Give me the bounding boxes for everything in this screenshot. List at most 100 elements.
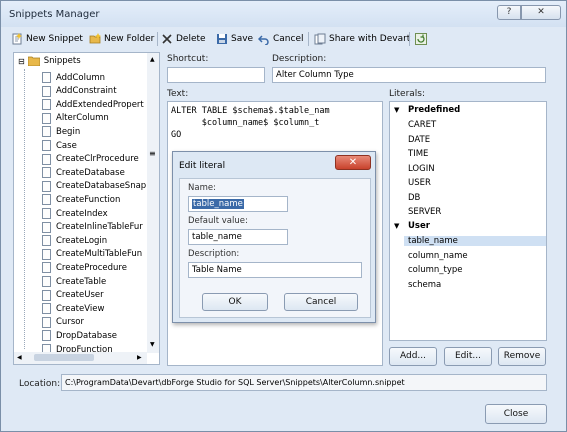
tree-item[interactable]: CreateMultiTableFun [42, 248, 142, 261]
tree-item[interactable]: CreateDatabaseSnap [42, 180, 146, 193]
tree-item[interactable]: CreateLogin [42, 234, 107, 247]
new-snippet-button[interactable]: New Snippet [11, 31, 83, 47]
snippets-tree[interactable]: ⊟ Snippets AddColumn AddConstraint AddExte… [13, 52, 160, 365]
tree-vertical-scrollbar[interactable]: ▲ ≡ ▼ [147, 53, 159, 353]
literal-item[interactable]: SERVER [408, 207, 441, 217]
tree-item[interactable]: CreateClrProcedure [42, 153, 139, 166]
shortcut-input[interactable] [167, 67, 265, 83]
literal-group-predefined: Predefined [408, 105, 461, 115]
tree-item[interactable]: CreateInlineTableFur [42, 221, 143, 234]
dialog-ok-button[interactable]: OK [202, 293, 268, 311]
tree-item-label: Case [56, 140, 77, 151]
code-line: GO [171, 130, 182, 140]
tree-item[interactable]: CreateProcedure [42, 261, 127, 274]
tree-item-label: AddExtendedPropert [56, 99, 144, 110]
tree-item-label: Begin [56, 126, 81, 137]
tree-horizontal-scrollbar[interactable]: ◀ ▶ [14, 352, 147, 364]
scroll-grip-icon[interactable]: ≡ [149, 149, 156, 158]
literal-item[interactable]: column_name [408, 251, 468, 261]
name-label: Name: [188, 183, 216, 193]
tree-item[interactable]: Cursor [42, 316, 84, 329]
delete-button[interactable]: Delete [161, 31, 206, 47]
collapse-icon[interactable]: ▼ [394, 222, 399, 230]
literals-label: Literals: [389, 89, 426, 99]
snippet-file-icon [42, 153, 51, 165]
window-title: Snippets Manager [9, 9, 100, 20]
tree-item[interactable]: AddExtendedPropert [42, 98, 144, 111]
tree-item[interactable]: Case [42, 139, 77, 152]
title-bar: Snippets Manager ? ✕ [1, 1, 566, 27]
dialog-cancel-button[interactable]: Cancel [284, 293, 358, 311]
undo-icon [258, 35, 269, 45]
dialog-close-button[interactable]: ✕ [335, 155, 371, 170]
name-input[interactable]: table_name [188, 196, 288, 212]
literal-item[interactable]: LOGIN [408, 164, 435, 174]
snippet-file-icon [42, 262, 51, 274]
literal-item[interactable]: TIME [408, 149, 428, 159]
tree-item[interactable]: AlterColumn [42, 112, 109, 125]
tree-item-label: CreateIndex [56, 208, 108, 219]
literal-item[interactable]: table_name [404, 236, 546, 246]
tree-item-label: CreateDatabaseSnap [56, 181, 147, 192]
scroll-thumb[interactable] [34, 354, 94, 361]
tree-item[interactable]: AddConstraint [42, 85, 117, 98]
literal-item[interactable]: column_type [408, 265, 463, 275]
new-folder-button[interactable]: New Folder [89, 31, 154, 47]
literal-item[interactable]: DB [408, 193, 420, 203]
tree-item-label: CreateView [56, 303, 105, 314]
literal-item[interactable]: USER [408, 178, 431, 188]
literal-item[interactable]: schema [408, 280, 441, 290]
default-value-label: Default value: [188, 216, 248, 226]
save-label: Save [231, 34, 254, 44]
literal-item[interactable]: DATE [408, 135, 430, 145]
window-close-button[interactable]: ✕ [521, 5, 561, 20]
default-value-input[interactable]: table_name [188, 229, 288, 245]
tree-item[interactable]: CreateTable [42, 275, 106, 288]
code-line: ALTER TABLE $schema$.$table_nam [171, 106, 330, 116]
remove-literal-button[interactable]: Remove [498, 347, 546, 366]
scroll-up-icon[interactable]: ▲ [150, 56, 155, 63]
share-button[interactable]: Share with Devart [314, 31, 410, 47]
scroll-down-icon[interactable]: ▼ [150, 341, 155, 348]
tree-item-label: CreateDatabase [56, 167, 125, 178]
add-literal-button[interactable]: Add... [389, 347, 437, 366]
toolbar-separator [409, 32, 410, 46]
tree-item[interactable]: AddColumn [42, 71, 105, 84]
tree-item[interactable]: CreateDatabase [42, 166, 125, 179]
tree-item-label: CreateUser [56, 290, 104, 301]
snippet-file-icon [42, 99, 51, 111]
snippet-file-icon [42, 289, 51, 301]
share-icon [314, 33, 326, 45]
cancel-label: Cancel [273, 34, 304, 44]
cancel-button[interactable]: Cancel [258, 31, 304, 47]
delete-label: Delete [176, 34, 206, 44]
tree-root[interactable]: ⊟ Snippets [18, 56, 81, 66]
tree-item[interactable]: CreateFunction [42, 193, 120, 206]
refresh-button[interactable] [415, 31, 430, 47]
dialog-body: Name: table_name Default value: table_na… [179, 178, 371, 318]
edit-literal-button[interactable]: Edit... [444, 347, 492, 366]
snippet-file-icon [42, 248, 51, 260]
tree-item[interactable]: CreateView [42, 302, 104, 315]
dialog-description-input[interactable]: Table Name [188, 262, 362, 278]
scroll-right-icon[interactable]: ▶ [137, 354, 142, 361]
toolbar-separator [308, 32, 309, 46]
refresh-icon [415, 33, 427, 45]
tree-item-label: AddConstraint [56, 86, 117, 97]
help-button[interactable]: ? [497, 5, 521, 20]
scroll-left-icon[interactable]: ◀ [17, 354, 22, 361]
close-button[interactable]: Close [485, 404, 547, 424]
literals-list[interactable]: ▼ Predefined CARET DATE TIME LOGIN USER DB SER… [389, 101, 547, 341]
literal-group-user: User [408, 221, 430, 231]
snippet-file-icon [42, 208, 51, 219]
collapse-icon[interactable]: ▼ [394, 106, 399, 114]
collapse-icon[interactable]: ⊟ [18, 57, 25, 66]
literal-item[interactable]: CARET [408, 120, 436, 130]
tree-item[interactable]: Begin [42, 125, 80, 138]
save-button[interactable]: Save [216, 31, 253, 47]
tree-item[interactable]: CreateIndex [42, 207, 108, 220]
snippet-file-icon [42, 126, 51, 138]
description-input[interactable]: Alter Column Type [272, 67, 546, 83]
tree-item[interactable]: DropDatabase [42, 329, 117, 342]
tree-item[interactable]: CreateUser [42, 289, 104, 302]
